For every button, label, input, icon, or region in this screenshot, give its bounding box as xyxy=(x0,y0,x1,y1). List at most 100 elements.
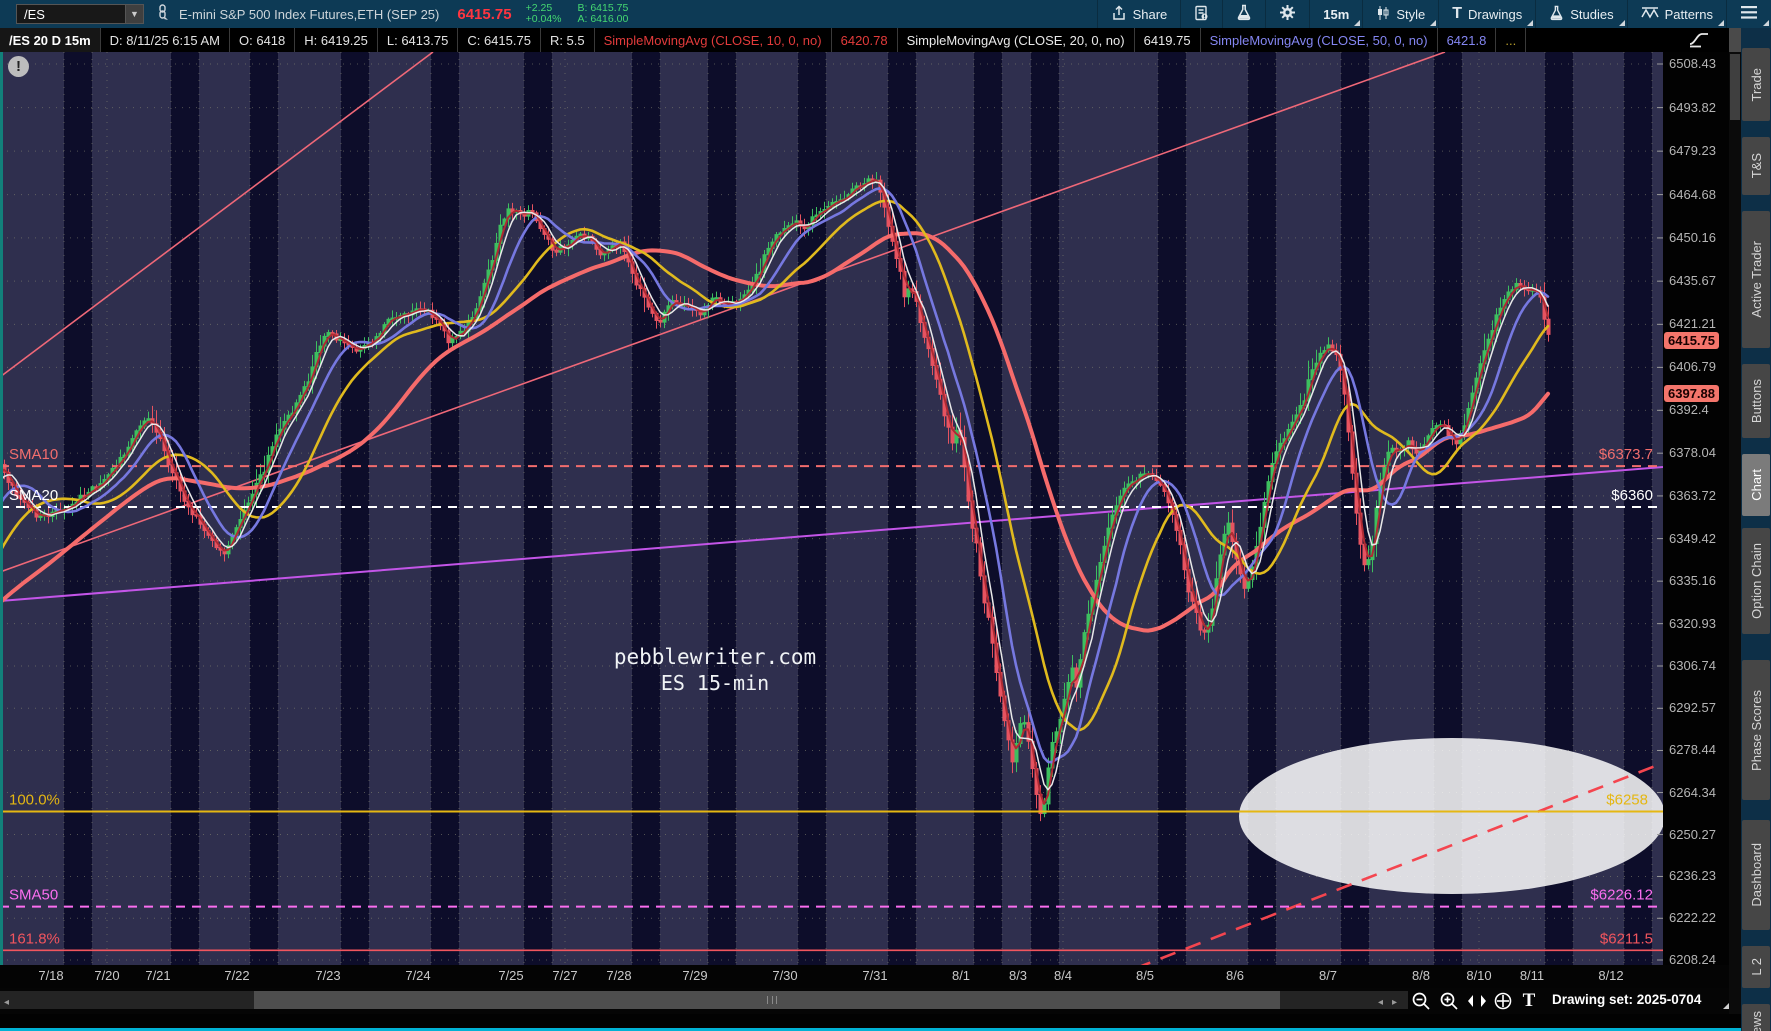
change-percent: +0.04% xyxy=(525,13,562,25)
ask-value: A: 6416.00 xyxy=(577,13,629,25)
date-axis-label: 7/20 xyxy=(94,968,120,983)
sidebar-tab-label: Chart xyxy=(1748,469,1764,501)
price-axis-label: 6450.16 xyxy=(1669,229,1716,245)
more-studies-ellipsis[interactable]: ... xyxy=(1496,28,1527,52)
price-axis-label: 6508.43 xyxy=(1669,56,1716,71)
right-sidebar-tabs: Trade T&S Active Trader Buttons Chart Option … xyxy=(1741,28,1771,1031)
study-label[interactable]: SimpleMovingAvg (CLOSE, 10, 0, no) xyxy=(595,28,832,52)
sidebar-tab-label: Buttons xyxy=(1748,378,1764,424)
price-axis-label: 6493.82 xyxy=(1669,99,1716,115)
price-badge: 6397.88 xyxy=(1664,384,1719,402)
settings-button[interactable] xyxy=(1265,0,1309,28)
sma20-level-left-label: SMA20 xyxy=(9,487,58,504)
sidebar-tab-label: L 2 xyxy=(1748,958,1764,976)
link-icon[interactable] xyxy=(156,3,169,25)
price-axis-label: 6406.79 xyxy=(1669,359,1716,375)
sidebar-tab-active-trader[interactable]: Active Trader xyxy=(1742,211,1770,348)
drawings-button[interactable]: T Drawings xyxy=(1438,0,1535,28)
menu-button[interactable] xyxy=(1726,0,1771,28)
toolbar-left: /ES ▼ E-mini S&P 500 Index Futures,ETH (… xyxy=(0,0,644,28)
sidebar-tab-label: Active Trader xyxy=(1748,241,1764,318)
vscroll-track[interactable] xyxy=(1729,52,1741,1014)
date-axis-label: 8/1 xyxy=(951,968,971,983)
symbol-input[interactable]: /ES ▼ xyxy=(16,4,144,24)
sidebar-tab-dashboard[interactable]: Dashboard xyxy=(1742,820,1770,930)
session-stripe-dark xyxy=(341,52,369,965)
flask-icon xyxy=(1236,4,1252,24)
vscroll-thumb[interactable] xyxy=(1730,54,1740,120)
candlestick-chart[interactable]: SMA10 $6373.7 SMA20 $6360 100.0% $6258 SMA50 $6… xyxy=(0,52,1663,965)
sidebar-tab-label: News xyxy=(1748,1010,1764,1031)
sidebar-tab-option-chain[interactable]: Option Chain xyxy=(1742,528,1770,634)
pan-horizontal-icon[interactable] xyxy=(1464,988,1490,1014)
date-axis-label: 8/8 xyxy=(1411,968,1431,983)
toolbar-right: Share 15m Style T Drawings Studies Patte… xyxy=(1096,0,1771,28)
hscroll-left-arrow[interactable]: ◂ xyxy=(4,997,9,1008)
chart-info-icon[interactable]: ! xyxy=(8,56,29,77)
patterns-button[interactable]: Patterns xyxy=(1626,0,1726,28)
date-axis-label: 7/29 xyxy=(682,968,708,983)
symbol-value[interactable]: /ES xyxy=(17,7,125,22)
sidebar-tab-chart[interactable]: Chart xyxy=(1742,454,1770,516)
price-axis[interactable]: 6508.43 6493.82 6479.23 6464.68 6450.16 6435.… xyxy=(1663,52,1729,967)
date-axis-label: 8/5 xyxy=(1135,968,1155,983)
date-axis-label: 8/11 xyxy=(1519,968,1545,983)
chart-descriptor: /ES 20 D 15m xyxy=(0,28,101,52)
price-axis-label: 6335.16 xyxy=(1669,573,1716,589)
studies-button[interactable]: Studies xyxy=(1535,0,1626,28)
ohlc-field: R: 5.5 xyxy=(541,28,595,52)
price-axis-settings-icon[interactable] xyxy=(1688,30,1710,53)
patterns-icon xyxy=(1640,5,1659,23)
date-axis-label: 7/21 xyxy=(145,968,171,983)
scrollbar-corner xyxy=(1729,28,1741,52)
sidebar-tab-l-2[interactable]: L 2 xyxy=(1742,946,1770,988)
ohlc-field: O: 6418 xyxy=(230,28,296,52)
sidebar-tab-t-s[interactable]: T&S xyxy=(1742,137,1770,195)
sidebar-tab-buttons[interactable]: Buttons xyxy=(1742,364,1770,438)
highlight-ellipse[interactable] xyxy=(1239,738,1663,894)
study-value: 6419.75 xyxy=(1135,28,1201,52)
study-label[interactable]: SimpleMovingAvg (CLOSE, 50, 0, no) xyxy=(1201,28,1438,52)
sidebar-tab-news[interactable]: News xyxy=(1742,1004,1770,1031)
date-axis-label: 7/28 xyxy=(606,968,632,983)
price-axis-label: 6363.72 xyxy=(1669,487,1716,503)
price-axis-label: 6320.93 xyxy=(1669,615,1716,631)
style-button[interactable]: Style xyxy=(1362,0,1438,28)
sidebar-tab-trade[interactable]: Trade xyxy=(1742,48,1770,121)
timeframe-value: 15m xyxy=(1323,6,1350,22)
sma50-level-left-label: SMA50 xyxy=(9,887,58,904)
timeframe-button[interactable]: 15m xyxy=(1309,0,1362,28)
drawing-set-selector[interactable]: Drawing set: 2025-0704 xyxy=(1552,992,1701,1007)
text-label-tool-icon[interactable]: T xyxy=(1516,988,1542,1014)
chart-area[interactable]: SMA10 $6373.7 SMA20 $6360 100.0% $6258 SMA50 $6… xyxy=(0,52,1663,965)
session-stripe-dark xyxy=(888,52,916,965)
date-axis-label: 8/4 xyxy=(1053,968,1073,983)
hscroll-thumb[interactable] xyxy=(254,991,1280,1009)
price-axis-label: 6435.67 xyxy=(1669,273,1716,289)
ohlc-field: L: 6413.75 xyxy=(378,28,459,52)
zoom-out-icon[interactable] xyxy=(1408,988,1434,1014)
thinkorswim-chart-window: /ES ▼ E-mini S&P 500 Index Futures,ETH (… xyxy=(0,0,1771,1031)
date-axis-label: 7/25 xyxy=(498,968,524,983)
zoom-in-icon[interactable] xyxy=(1436,988,1462,1014)
study-label[interactable]: SimpleMovingAvg (CLOSE, 20, 0, no) xyxy=(898,28,1135,52)
share-button[interactable]: Share xyxy=(1096,0,1181,28)
price-change: +2.25 +0.04% xyxy=(526,3,562,25)
notes-button[interactable] xyxy=(1180,0,1222,28)
chart-style-icon xyxy=(1376,5,1390,24)
hscroll-arrow-left2[interactable]: ◂ xyxy=(1378,997,1383,1008)
date-axis[interactable]: 7/18 7/20 7/21 7/22 7/23 7/24 7/25 7/27 7/28 7/29… xyxy=(0,965,1729,988)
sidebar-tab-phase-scores[interactable]: Phase Scores xyxy=(1742,660,1770,800)
hscroll-arrow-right2[interactable]: ▸ xyxy=(1392,997,1397,1008)
price-axis-label: 6479.23 xyxy=(1669,143,1716,159)
sidebar-tab-label: Option Chain xyxy=(1748,543,1764,619)
move-tool-icon[interactable] xyxy=(1490,988,1516,1014)
date-axis-label: 7/31 xyxy=(862,968,888,983)
study-value: 6420.78 xyxy=(832,28,898,52)
hscroll-grip xyxy=(767,996,777,1004)
date-axis-label: 8/7 xyxy=(1318,968,1338,983)
symbol-dropdown-button[interactable]: ▼ xyxy=(125,5,143,23)
price-axis-label: 6222.22 xyxy=(1669,910,1716,926)
share-icon xyxy=(1111,4,1127,24)
analyze-button[interactable] xyxy=(1222,0,1265,28)
